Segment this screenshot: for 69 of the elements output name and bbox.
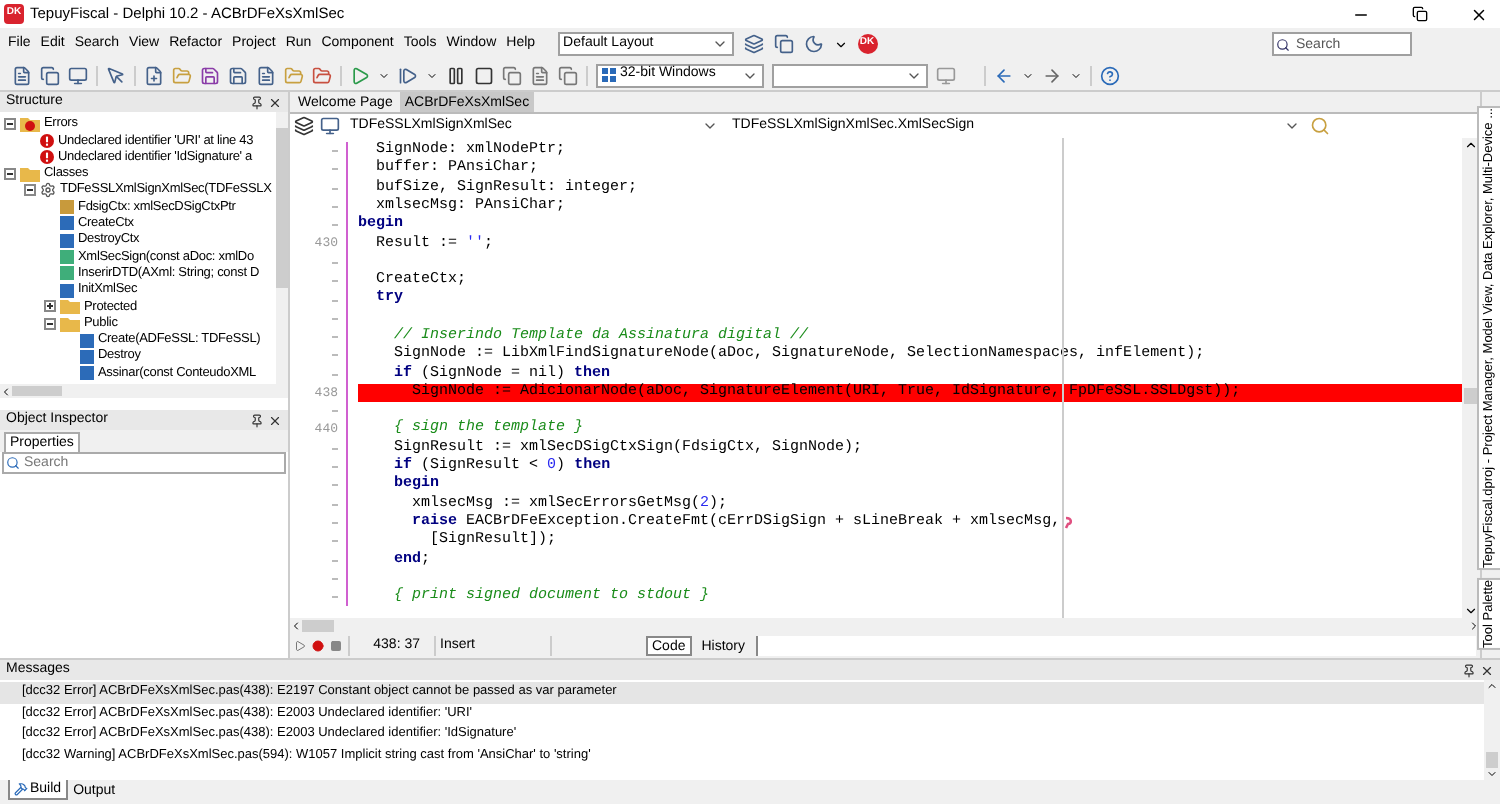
gutter-mark	[332, 466, 338, 469]
restore-icon[interactable]	[1412, 6, 1428, 22]
scrollbar-thumb[interactable]	[1464, 388, 1478, 404]
gutter-mark	[332, 150, 338, 153]
scroll-down-icon[interactable]	[1464, 604, 1478, 618]
monitor-icon[interactable]	[68, 65, 88, 85]
scrollbar-thumb[interactable]	[1486, 752, 1498, 768]
pin-icon[interactable]	[250, 413, 264, 427]
record-icon[interactable]	[312, 640, 324, 652]
stack-icon[interactable]	[294, 116, 314, 136]
gutter-mark	[332, 503, 338, 506]
pin-icon[interactable]	[1462, 663, 1476, 677]
moon-icon[interactable]	[803, 34, 824, 54]
scrollbar-thumb[interactable]	[276, 128, 288, 288]
collapse-toggle-icon[interactable]	[24, 184, 36, 197]
collapse-toggle-icon[interactable]	[44, 317, 56, 330]
close-icon[interactable]	[268, 95, 282, 109]
file-icon[interactable]	[530, 65, 550, 85]
pin-icon[interactable]	[250, 95, 264, 109]
gutter-mark	[332, 280, 338, 283]
collapse-toggle-icon[interactable]	[4, 118, 16, 131]
folder-icon	[20, 166, 40, 183]
gutter-mark	[332, 522, 338, 525]
back-icon[interactable]	[994, 65, 1014, 85]
scrollbar-thumb[interactable]	[12, 386, 62, 396]
stop-icon[interactable]	[474, 65, 494, 85]
hammer-icon	[14, 782, 28, 796]
scroll-right-icon[interactable]	[1468, 620, 1480, 632]
forward-icon[interactable]	[1042, 65, 1062, 85]
save-icon[interactable]	[200, 65, 220, 85]
pause-icon[interactable]	[446, 65, 466, 85]
save-icon[interactable]	[228, 65, 248, 85]
windows-logo-icon	[602, 68, 616, 82]
gear-icon	[40, 182, 56, 199]
windows-icon[interactable]	[558, 65, 578, 85]
windows-icon[interactable]	[40, 65, 60, 85]
gutter-mark	[332, 261, 338, 264]
gutter-mark	[332, 206, 338, 209]
search-icon	[6, 456, 20, 470]
error-folder-icon	[20, 116, 40, 133]
help-icon[interactable]	[1100, 65, 1120, 85]
play-icon[interactable]	[294, 640, 306, 652]
windows-icon[interactable]	[502, 65, 522, 85]
configuration-dropdown[interactable]	[772, 63, 928, 87]
gutter-mark	[332, 336, 338, 339]
gutter-mark	[332, 577, 338, 580]
pointer-icon[interactable]	[106, 65, 126, 85]
close-icon[interactable]	[268, 413, 282, 427]
scroll-left-icon[interactable]	[0, 385, 12, 397]
scrollbar-thumb[interactable]	[302, 620, 334, 632]
play-icon[interactable]	[350, 65, 370, 85]
windows-icon[interactable]	[773, 34, 794, 54]
new-file-icon[interactable]	[144, 65, 164, 85]
step-icon[interactable]	[398, 65, 418, 85]
collapse-toggle-icon[interactable]	[4, 168, 16, 181]
scroll-up-icon[interactable]	[1464, 138, 1478, 152]
gutter-mark	[332, 317, 338, 320]
close-icon[interactable]	[1470, 5, 1488, 23]
field-icon	[60, 200, 74, 215]
file-icon[interactable]	[256, 65, 276, 85]
close-icon[interactable]	[1480, 663, 1494, 677]
search-icon	[1276, 37, 1290, 51]
line-wrap-icon	[1064, 516, 1075, 531]
gutter-mark	[332, 447, 338, 450]
monitor-icon[interactable]	[320, 116, 340, 136]
expand-toggle-icon[interactable]	[44, 300, 56, 313]
scroll-left-icon[interactable]	[290, 620, 302, 632]
file-icon[interactable]	[12, 65, 32, 85]
layout-icon[interactable]	[743, 34, 764, 54]
